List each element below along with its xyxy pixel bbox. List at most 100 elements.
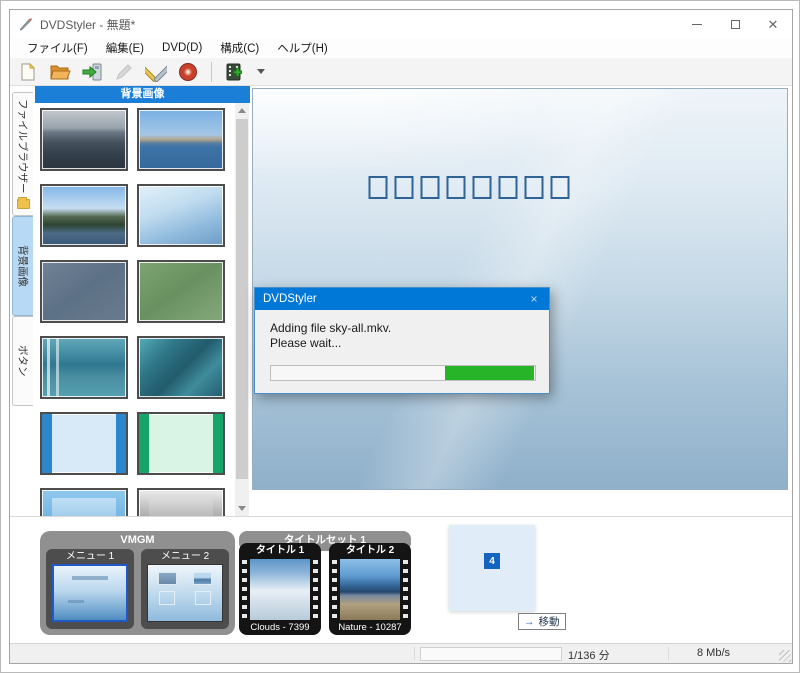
menu-file[interactable]: ファイル(F) [18, 38, 97, 58]
menu-1-item[interactable]: メニュー 1 [46, 549, 134, 629]
maximize-button[interactable] [716, 10, 754, 38]
new-document-icon [18, 62, 38, 82]
menu-help[interactable]: ヘルプ(H) [268, 38, 336, 58]
app-window: DVDStyler - 無題* ✕ ファイル(F) 編集(E) DVD(D) 構… [9, 9, 793, 664]
dialog-titlebar: DVDStyler × [255, 288, 549, 310]
tools-icon [145, 62, 167, 82]
resize-grip[interactable] [779, 650, 791, 662]
title-2-label: タイトル 2 [329, 543, 411, 558]
maximize-icon [731, 20, 740, 29]
move-arrow-icon: → [524, 616, 535, 628]
burn-disc-icon [178, 62, 198, 82]
film-sprockets-icon [332, 560, 337, 619]
save-project-button[interactable] [80, 60, 104, 84]
minimize-button[interactable] [678, 10, 716, 38]
open-folder-icon [49, 62, 71, 82]
scroll-down-button[interactable] [235, 501, 249, 516]
progress-dialog: DVDStyler × Adding file sky-all.mkv. Ple… [254, 287, 550, 394]
folder-icon [17, 199, 30, 209]
scrollbar-thumb[interactable] [236, 119, 248, 479]
background-thumbnail[interactable] [40, 108, 128, 171]
drag-move-tooltip: → 移動 [518, 613, 566, 630]
add-file-dropdown-arrow[interactable] [257, 69, 265, 74]
placeholder-square [421, 176, 440, 199]
title-1-label: タイトル 1 [239, 543, 321, 558]
menu-configuration[interactable]: 構成(C) [211, 38, 268, 58]
toolbar [10, 58, 792, 86]
toolbar-separator [211, 62, 212, 82]
edit-button[interactable] [112, 60, 136, 84]
tab-backgrounds-label: 背景画像 [16, 245, 31, 287]
title-1-item[interactable]: タイトル 1 Clouds - 7399 [239, 543, 321, 635]
title-2-caption: Nature - 10287 [329, 620, 411, 635]
background-thumbnail[interactable] [137, 336, 225, 399]
statusbar-progress-well [420, 647, 562, 661]
dialog-close-button[interactable]: × [519, 292, 549, 306]
scroll-down-icon [238, 506, 246, 511]
vmgm-label: VMGM [40, 531, 235, 549]
background-thumbnail[interactable] [40, 336, 128, 399]
menu-1-label: メニュー 1 [46, 549, 134, 564]
background-thumbnail[interactable] [137, 184, 225, 247]
background-thumbnail[interactable] [40, 412, 128, 475]
placeholder-square [395, 176, 414, 199]
title-1-caption: Clouds - 7399 [239, 620, 321, 635]
background-thumbnail[interactable] [40, 184, 128, 247]
tab-buttons[interactable]: ボタン [12, 316, 33, 406]
disc-title-placeholder[interactable] [369, 176, 570, 199]
background-thumbnail[interactable] [137, 412, 225, 475]
settings-button[interactable] [144, 60, 168, 84]
save-import-icon [81, 62, 103, 82]
window-title: DVDStyler - 無題* [40, 16, 135, 33]
background-thumbnail[interactable] [40, 260, 128, 323]
tab-backgrounds[interactable]: 背景画像 [12, 216, 33, 316]
statusbar-separator [414, 647, 415, 660]
menu-2-label: メニュー 2 [141, 549, 229, 564]
menu-1-thumbnail [52, 564, 128, 622]
add-file-button[interactable] [223, 60, 247, 84]
backgrounds-panel-header: 背景画像 [35, 86, 250, 103]
move-tooltip-text: 移動 [539, 614, 560, 629]
titleset-group: タイトルセット 1 タイトル 1 Clouds - 7399 タイトル 2 Na… [239, 531, 411, 635]
add-film-icon [224, 62, 246, 82]
title-2-item[interactable]: タイトル 2 Nature - 10287 [329, 543, 411, 635]
background-thumbnail-list [34, 103, 234, 516]
panel-scrollbar[interactable] [235, 103, 249, 516]
statusbar-bitrate: 8 Mb/s [697, 647, 730, 659]
background-thumbnail[interactable] [137, 260, 225, 323]
drag-count-badge: 4 [484, 553, 500, 569]
sidebar-tabstrip: ファイルブラウザー 背景画像 ボタン [10, 88, 34, 514]
background-thumbnail[interactable] [40, 488, 128, 516]
close-button[interactable]: ✕ [754, 10, 792, 38]
statusbar-duration: 1/136 分 [568, 647, 610, 663]
vmgm-group: VMGM メニュー 1 メニュー 2 [40, 531, 235, 635]
titlebar: DVDStyler - 無題* ✕ [10, 10, 792, 38]
minimize-icon [692, 24, 702, 25]
open-project-button[interactable] [48, 60, 72, 84]
placeholder-square [473, 176, 492, 199]
tab-file-browser[interactable]: ファイルブラウザー [12, 92, 33, 216]
tab-buttons-label: ボタン [16, 345, 31, 377]
menu-2-item[interactable]: メニュー 2 [141, 549, 229, 629]
progress-bar [270, 365, 536, 381]
backgrounds-panel: 背景画像 [34, 86, 250, 516]
scroll-up-button[interactable] [235, 103, 249, 118]
progress-segment [445, 366, 533, 380]
menu-2-thumbnail [147, 564, 223, 622]
placeholder-square [369, 176, 388, 199]
placeholder-square [525, 176, 544, 199]
project-strip: VMGM メニュー 1 メニュー 2 タイトルセ [10, 516, 792, 645]
dialog-title: DVDStyler [255, 293, 317, 305]
burn-button[interactable] [176, 60, 200, 84]
background-thumbnail[interactable] [137, 108, 225, 171]
menu-edit[interactable]: 編集(E) [97, 38, 153, 58]
placeholder-square [499, 176, 518, 199]
edit-pencil-icon [114, 62, 134, 82]
background-thumbnail[interactable] [137, 488, 225, 516]
film-sprockets-icon [242, 560, 247, 619]
film-sprockets-icon [313, 560, 318, 619]
new-project-button[interactable] [16, 60, 40, 84]
film-sprockets-icon [403, 560, 408, 619]
placeholder-square [551, 176, 570, 199]
menu-dvd[interactable]: DVD(D) [153, 40, 211, 56]
